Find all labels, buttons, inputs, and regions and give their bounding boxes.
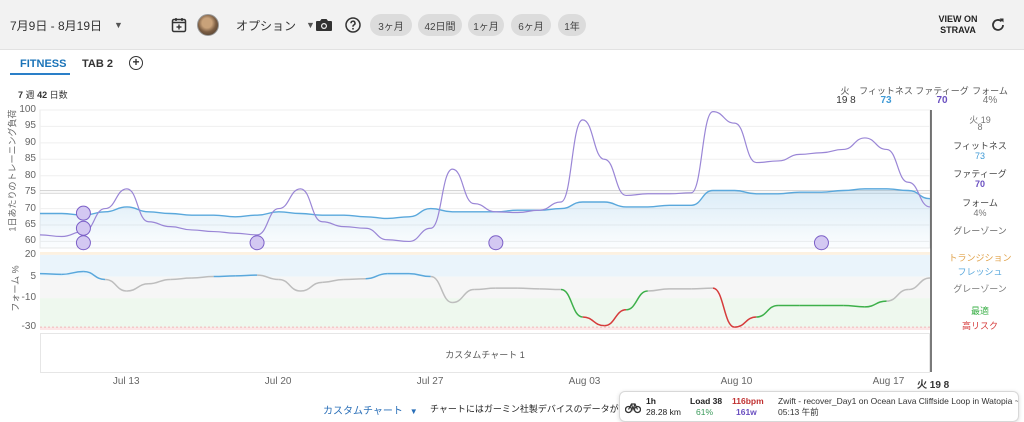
form-line-segment <box>343 277 366 281</box>
activity-power: 161w <box>736 407 757 417</box>
form-line-segment <box>213 275 236 278</box>
zone-optimal <box>40 298 930 328</box>
custom-chart-button-label: カスタムチャート <box>323 406 403 417</box>
x-tick-label: Aug 03 <box>568 376 601 387</box>
activity-marker <box>75 205 91 221</box>
custom-chart-label: カスタムチャート 1 <box>445 350 525 360</box>
form-line-segment <box>691 287 713 290</box>
x-end-label: 火 19 8 <box>917 380 950 391</box>
form-line-segment <box>517 287 540 290</box>
garmin-data-note: チャートにはガーミン社製デバイスのデータが含ま <box>430 404 620 414</box>
activity-marker <box>75 235 91 251</box>
activity-marker <box>488 235 504 251</box>
bike-icon <box>624 400 642 416</box>
form-line-segment <box>235 274 258 277</box>
custom-chart-dropdown[interactable]: カスタムチャート ▼ <box>323 402 418 417</box>
activity-load-pct: 61% <box>696 407 714 417</box>
x-tick-label: Jul 13 <box>112 376 140 387</box>
zone-transition <box>40 252 930 255</box>
form-line-segment <box>39 272 62 276</box>
activity-marker <box>75 220 91 236</box>
activity-popup[interactable]: 1h 28.28 km Load 38 61% 116bpm 161w Zwif… <box>619 391 1019 422</box>
activity-marker <box>249 235 265 251</box>
activity-marker <box>813 235 829 251</box>
x-tick-label: Aug 10 <box>720 376 753 387</box>
activity-title: Zwift - recover_Day1 on Ocean Lava Cliff… <box>778 396 1018 406</box>
activity-heart-rate: 116bpm <box>732 396 764 406</box>
form-line-segment <box>539 288 561 291</box>
activity-duration: 1h <box>646 396 656 406</box>
x-tick-label: Aug 17 <box>872 376 905 387</box>
zone-fresh <box>40 254 930 277</box>
caret-down-icon: ▼ <box>409 407 418 416</box>
activity-load: Load 38 <box>690 396 723 406</box>
x-tick-label: Jul 20 <box>264 376 292 387</box>
activity-distance: 28.28 km <box>646 407 681 417</box>
x-tick-label: Jul 27 <box>416 376 444 387</box>
custom-chart-panel[interactable]: カスタムチャート 1 <box>40 333 930 373</box>
fitness-area <box>40 188 930 248</box>
activity-time: 05:13 午前 <box>778 407 819 417</box>
